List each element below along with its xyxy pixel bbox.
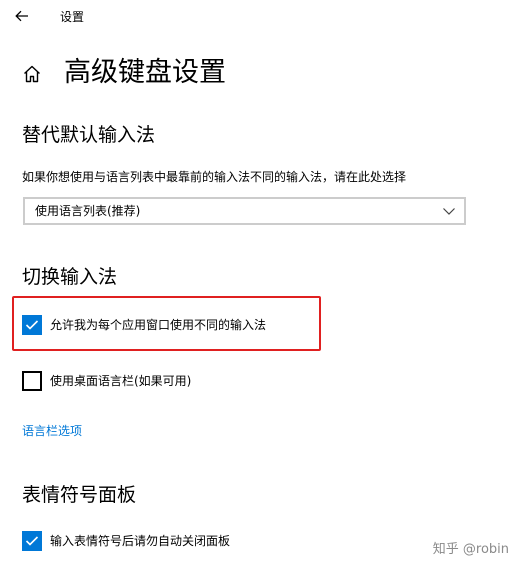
home-icon [24,65,40,83]
checkmark-icon [25,536,39,546]
language-bar-options-link[interactable]: 语言栏选项 [22,422,82,440]
arrow-left-icon [15,10,28,22]
per-app-input-checkbox[interactable] [22,315,42,335]
emoji-panel-heading: 表情符号面板 [22,484,137,506]
switch-input-heading: 切换输入法 [22,266,118,288]
watermark: 知乎 @robin [432,542,509,557]
desktop-language-bar-label: 使用桌面语言栏(如果可用) [50,374,192,388]
desktop-language-bar-checkbox-row[interactable]: 使用桌面语言栏(如果可用) [22,371,191,391]
desktop-language-bar-checkbox[interactable] [22,371,42,391]
input-method-dropdown[interactable]: 使用语言列表(推荐) [23,197,466,225]
emoji-auto-close-label: 输入表情符号后请勿自动关闭面板 [50,534,231,548]
window-title: 设置 [60,10,85,24]
override-input-description: 如果你想使用与语言列表中最靠前的输入法不同的输入法，请在此处选择 [22,170,407,184]
chevron-down-icon [443,208,455,215]
per-app-input-label: 允许我为每个应用窗口使用不同的输入法 [50,318,267,332]
page-title: 高级键盘设置 [64,57,226,88]
dropdown-selected-value: 使用语言列表(推荐) [35,204,141,218]
checkmark-icon [25,320,39,330]
per-app-input-checkbox-row[interactable]: 允许我为每个应用窗口使用不同的输入法 [22,315,266,335]
emoji-auto-close-checkbox-row[interactable]: 输入表情符号后请勿自动关闭面板 [22,531,230,551]
back-button[interactable] [8,4,36,28]
emoji-auto-close-checkbox[interactable] [22,531,42,551]
override-input-heading: 替代默认输入法 [22,124,156,146]
home-button[interactable] [20,62,44,86]
